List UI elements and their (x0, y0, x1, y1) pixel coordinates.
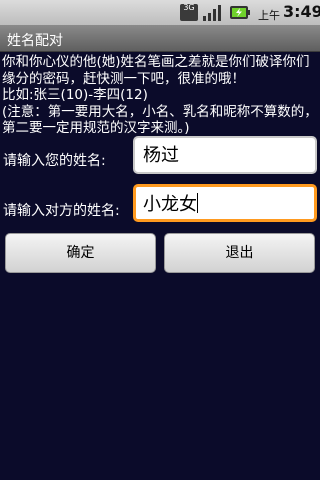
app-title-bar: 姓名配对 (0, 25, 320, 52)
description-line-3: (注意：第一要用大名，小名、乳名和昵称不算数的，第二要一定用规范的汉字来测。) (2, 103, 318, 137)
other-name-label: 请输入对方的姓名: (3, 203, 120, 219)
ampm-label: 上午 (258, 9, 280, 22)
battery-charging-icon (229, 4, 251, 21)
network-type-label: 3G (183, 3, 195, 12)
your-name-label: 请输入您的姓名: (3, 153, 106, 169)
your-name-input[interactable]: 杨过 (133, 136, 317, 174)
app-title: 姓名配对 (7, 33, 63, 49)
your-name-value: 杨过 (143, 145, 179, 166)
other-name-value: 小龙女 (143, 194, 197, 215)
description-line-1: 你和你心仪的他(她)姓名笔画之差就是你们破译你们缘分的密码，赶快测一下吧，很准的… (2, 54, 310, 87)
status-bar: 3G 上午 3:49 (0, 0, 320, 25)
description-text: 你和你心仪的他(她)姓名笔画之差就是你们破译你们缘分的密码，赶快测一下吧，很准的… (2, 54, 318, 137)
signal-icon (202, 4, 224, 21)
3g-icon: 3G (180, 4, 198, 21)
clock-time: 3:49 (283, 2, 320, 21)
description-line-2: 比如:张三(10)-李四(12) (2, 87, 148, 103)
other-name-input[interactable]: 小龙女 (133, 184, 317, 222)
text-cursor (197, 193, 198, 213)
confirm-button[interactable]: 确定 (5, 233, 156, 273)
exit-button[interactable]: 退出 (164, 233, 315, 273)
